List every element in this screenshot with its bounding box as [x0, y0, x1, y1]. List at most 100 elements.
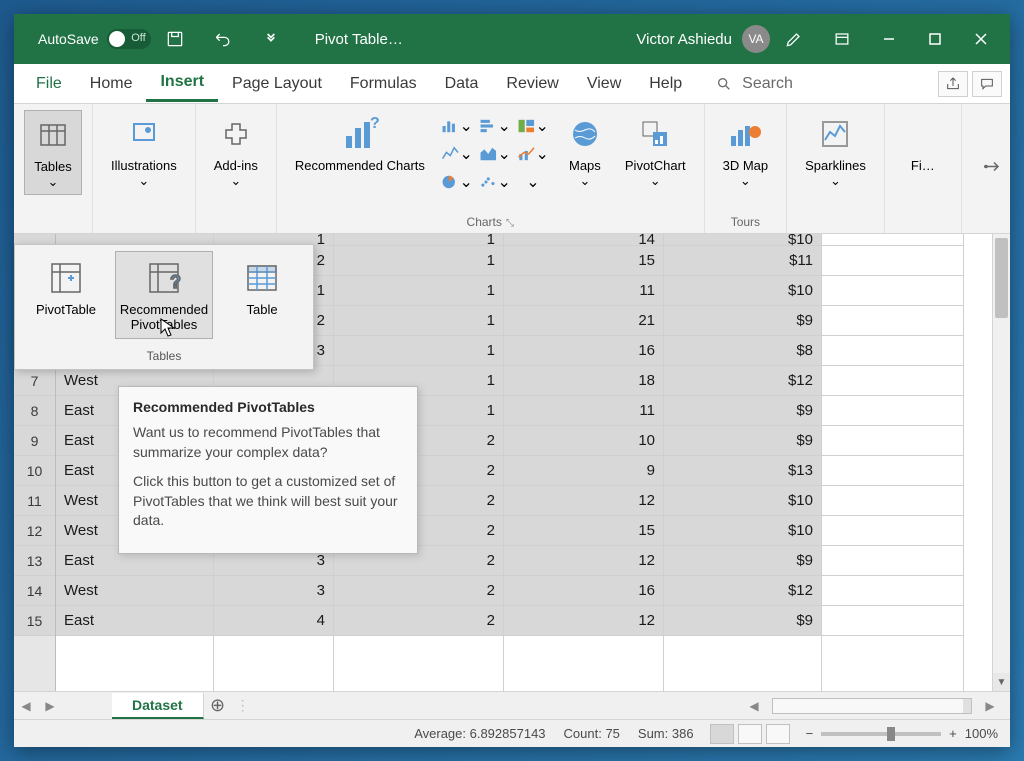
row-header[interactable]: 13	[14, 546, 55, 576]
cell[interactable]: 18	[504, 366, 663, 396]
cell[interactable]	[822, 246, 963, 276]
cell[interactable]: $10	[664, 276, 821, 306]
cell[interactable]: 3	[214, 576, 333, 606]
addins-button[interactable]: Add-ins ⌄	[206, 110, 266, 193]
cell[interactable]: 12	[504, 546, 663, 576]
zoom-out-button[interactable]: −	[806, 726, 814, 741]
cell[interactable]: $9	[664, 396, 821, 426]
cell[interactable]: $10	[664, 486, 821, 516]
cell[interactable]: $13	[664, 456, 821, 486]
menu-insert[interactable]: Insert	[146, 65, 218, 102]
cell[interactable]: $10	[664, 234, 821, 246]
cell[interactable]: 4	[214, 606, 333, 636]
cell[interactable]: $12	[664, 576, 821, 606]
share-button[interactable]	[938, 71, 968, 97]
cell[interactable]: 10	[504, 426, 663, 456]
cell[interactable]: 21	[504, 306, 663, 336]
tab-next-button[interactable]: ▶	[38, 692, 62, 720]
cell[interactable]	[822, 426, 963, 456]
close-button[interactable]	[958, 14, 1004, 64]
menu-review[interactable]: Review	[492, 67, 572, 101]
cell[interactable]: 1	[334, 276, 503, 306]
cell[interactable]: 16	[504, 576, 663, 606]
column-d[interactable]: 141511211618111091215121612	[504, 234, 664, 691]
area-chart-button[interactable]: ⌄	[479, 142, 511, 166]
cell[interactable]: 11	[504, 396, 663, 426]
add-sheet-button[interactable]: ⊕	[204, 692, 232, 720]
cell[interactable]: 1	[334, 306, 503, 336]
row-header[interactable]: 9	[14, 426, 55, 456]
search-box[interactable]: Search	[716, 75, 793, 93]
cell[interactable]: 15	[504, 516, 663, 546]
menu-view[interactable]: View	[573, 67, 635, 101]
cell[interactable]	[822, 576, 963, 606]
toggle-switch[interactable]: Off	[107, 29, 151, 49]
cell[interactable]: 1	[334, 336, 503, 366]
cell[interactable]: 11	[504, 276, 663, 306]
cell[interactable]	[822, 366, 963, 396]
cell[interactable]: 14	[504, 234, 663, 246]
cell[interactable]: East	[56, 606, 213, 636]
scroll-thumb[interactable]	[995, 238, 1008, 318]
line-chart-button[interactable]: ⌄	[441, 142, 473, 166]
cell[interactable]	[822, 516, 963, 546]
cell[interactable]	[822, 546, 963, 576]
menu-help[interactable]: Help	[635, 67, 696, 101]
illustrations-button[interactable]: Illustrations ⌄	[103, 110, 185, 193]
tab-grip[interactable]: ⋮	[236, 697, 244, 714]
filters-button[interactable]: Fi…	[895, 110, 951, 177]
pivottable-button[interactable]: PivotTable	[21, 251, 111, 339]
column-e[interactable]: $10$11$10$9$8$12$9$9$13$10$10$9$12$9	[664, 234, 822, 691]
surface-chart-button[interactable]: ⌄	[517, 170, 549, 194]
cell[interactable]	[822, 606, 963, 636]
page-layout-view-button[interactable]	[738, 724, 762, 744]
cell[interactable]: 12	[504, 606, 663, 636]
zoom-in-button[interactable]: +	[949, 726, 957, 741]
cell[interactable]	[822, 306, 963, 336]
cell[interactable]: 1	[334, 246, 503, 276]
scatter-chart-button[interactable]: ⌄	[479, 170, 511, 194]
cell[interactable]: $10	[664, 516, 821, 546]
column-chart-button[interactable]: ⌄	[441, 114, 473, 138]
comments-button[interactable]	[972, 71, 1002, 97]
autosave-toggle[interactable]: AutoSave Off	[38, 29, 151, 49]
cell[interactable]	[822, 396, 963, 426]
3d-map-button[interactable]: 3D Map ⌄	[715, 110, 777, 193]
cell[interactable]: 15	[504, 246, 663, 276]
horizontal-scrollbar[interactable]	[772, 698, 972, 714]
hscroll-right-button[interactable]: ▶	[978, 692, 1002, 720]
row-header[interactable]: 15	[14, 606, 55, 636]
cell[interactable]: 9	[504, 456, 663, 486]
row-header[interactable]: 10	[14, 456, 55, 486]
combo-chart-button[interactable]: ⌄	[517, 142, 549, 166]
pivotchart-button[interactable]: PivotChart ⌄	[617, 110, 694, 193]
normal-view-button[interactable]	[710, 724, 734, 744]
column-f[interactable]	[822, 234, 964, 691]
pie-chart-button[interactable]: ⌄	[441, 170, 473, 194]
cell[interactable]: $8	[664, 336, 821, 366]
user-account[interactable]: Victor Ashiedu VA	[636, 25, 770, 53]
menu-formulas[interactable]: Formulas	[336, 67, 431, 101]
hscroll-left-button[interactable]: ◀	[742, 692, 766, 720]
treemap-button[interactable]: ⌄	[517, 114, 549, 138]
cell[interactable]: West	[56, 576, 213, 606]
draw-icon[interactable]	[778, 23, 810, 55]
menu-data[interactable]: Data	[431, 67, 493, 101]
recommended-charts-button[interactable]: ? Recommended Charts	[287, 110, 433, 177]
cell[interactable]	[822, 486, 963, 516]
cell[interactable]: $9	[664, 306, 821, 336]
zoom-slider[interactable]	[821, 732, 941, 736]
cell[interactable]: 1	[334, 234, 503, 246]
zoom-level[interactable]: 100%	[965, 726, 998, 741]
cell[interactable]	[822, 336, 963, 366]
table-button[interactable]: Table	[217, 251, 307, 339]
cell[interactable]: $9	[664, 426, 821, 456]
row-header[interactable]: 8	[14, 396, 55, 426]
cell[interactable]: $9	[664, 606, 821, 636]
cell[interactable]: 16	[504, 336, 663, 366]
cell[interactable]: $12	[664, 366, 821, 396]
row-header[interactable]: 14	[14, 576, 55, 606]
scroll-down-button[interactable]: ▼	[993, 673, 1010, 691]
cell[interactable]: 12	[504, 486, 663, 516]
cell[interactable]: 2	[334, 576, 503, 606]
